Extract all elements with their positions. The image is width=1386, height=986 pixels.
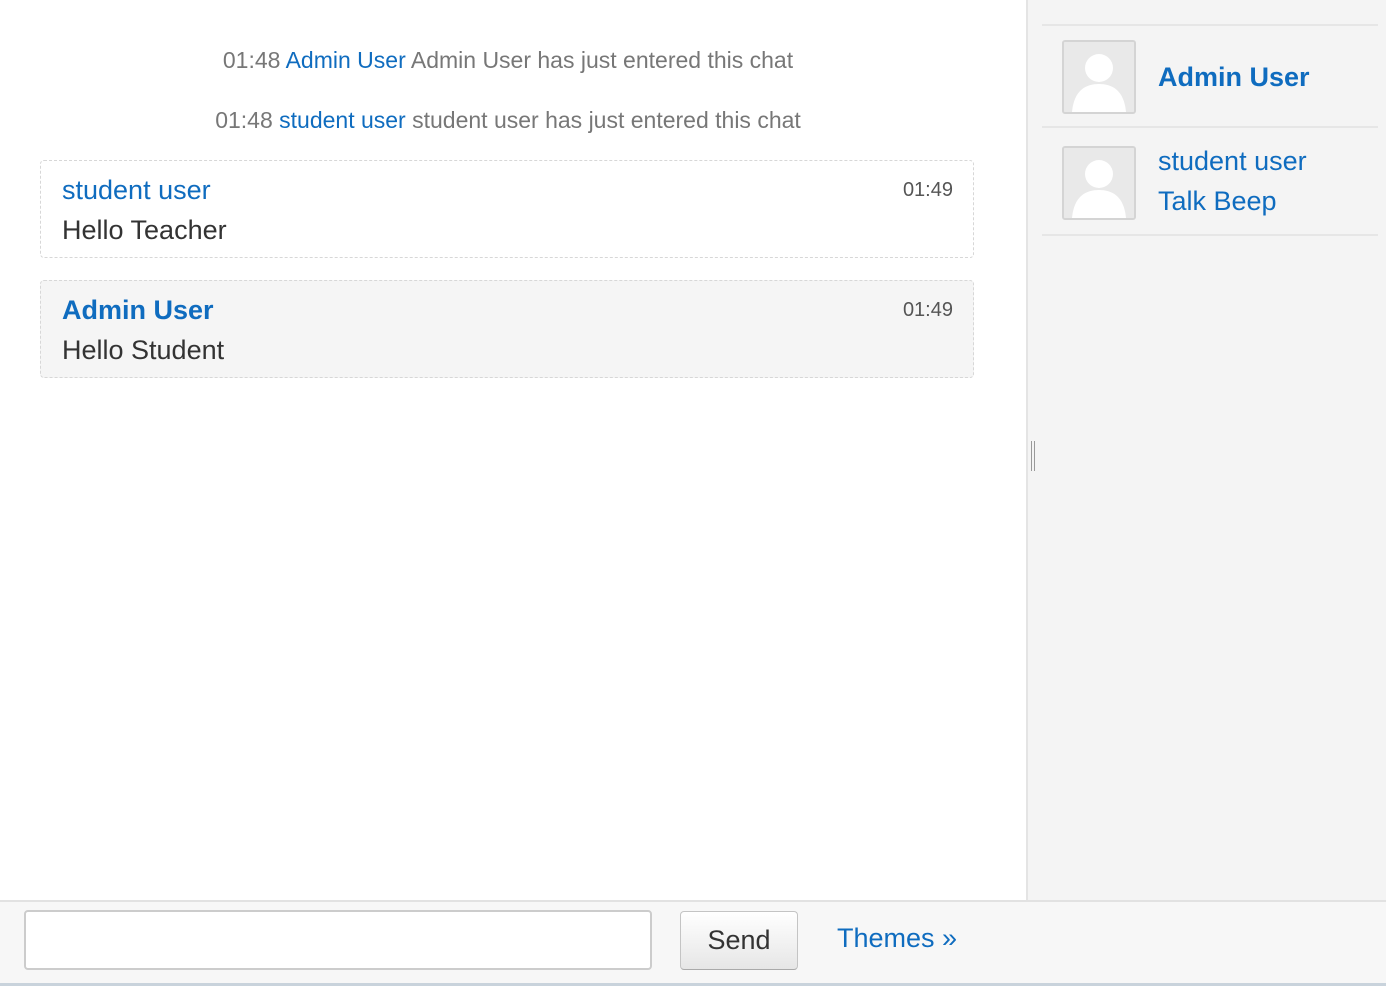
- message-text: Hello Teacher: [62, 215, 227, 245]
- user-name-link[interactable]: Admin User: [1158, 62, 1310, 93]
- system-message: 01:48 Admin User Admin User has just ent…: [0, 47, 1016, 74]
- message-author: Admin User: [62, 295, 214, 325]
- message-input[interactable]: [24, 910, 652, 970]
- message-author: student user: [62, 175, 211, 205]
- message-time: 01:49: [902, 179, 953, 201]
- system-message-user-link[interactable]: student user: [279, 107, 406, 133]
- message-input-bar: Send Themes »: [0, 900, 1386, 986]
- system-message-time: 01:48: [215, 107, 273, 133]
- system-message-text: student user has just entered this chat: [412, 107, 801, 133]
- divider: [1042, 234, 1378, 236]
- chat-message-own: Admin User 01:49 Hello Student: [40, 280, 974, 378]
- message-time: 01:49: [902, 299, 953, 321]
- talk-beep-link[interactable]: Talk Beep: [1158, 186, 1277, 217]
- user-name-link[interactable]: student user: [1158, 146, 1307, 177]
- panel-resize-handle[interactable]: [1031, 441, 1035, 471]
- user-avatar-icon[interactable]: [1062, 40, 1136, 114]
- chat-messages-area: 01:48 Admin User Admin User has just ent…: [0, 0, 1026, 900]
- chat-message: student user 01:49 Hello Teacher: [40, 160, 974, 258]
- system-message-text: Admin User has just entered this chat: [410, 47, 794, 73]
- send-button[interactable]: Send: [680, 911, 798, 970]
- divider: [1042, 24, 1378, 26]
- divider: [1042, 126, 1378, 128]
- themes-link[interactable]: Themes »: [837, 923, 957, 954]
- chat-window: 01:48 Admin User Admin User has just ent…: [0, 0, 1386, 986]
- user-list-panel: Admin User student user Talk Beep: [1026, 0, 1386, 900]
- system-message: 01:48 student user student user has just…: [0, 107, 1016, 134]
- user-avatar-icon[interactable]: [1062, 146, 1136, 220]
- system-message-user-link[interactable]: Admin User: [286, 47, 406, 73]
- message-text: Hello Student: [62, 335, 225, 365]
- system-message-time: 01:48: [222, 47, 281, 73]
